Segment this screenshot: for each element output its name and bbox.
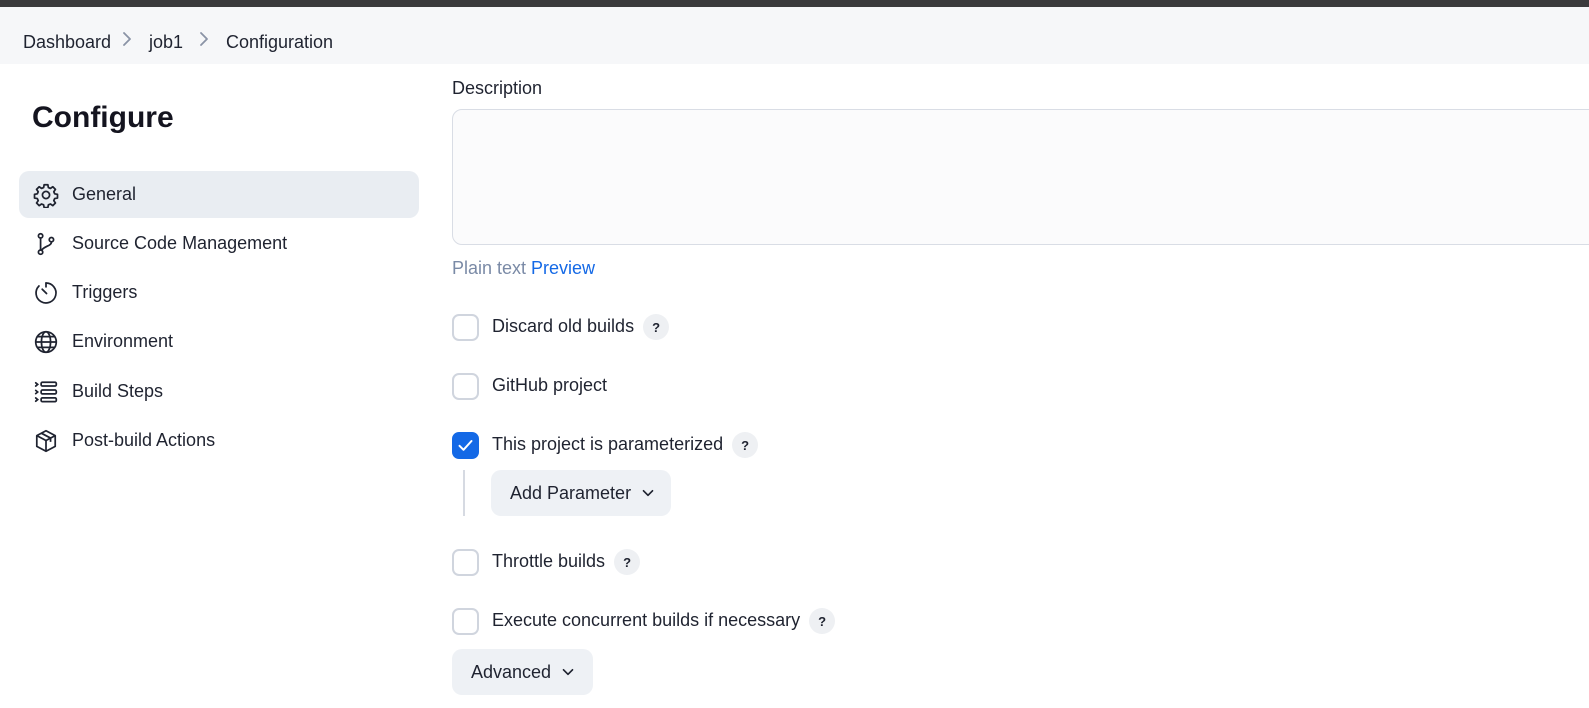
- github-project-option: GitHub project: [452, 372, 607, 400]
- chevron-right-icon: [200, 32, 208, 46]
- breadcrumb: Dashboard job1 Configuration: [0, 7, 1589, 64]
- chevron-right-icon: [123, 32, 131, 46]
- description-textarea[interactable]: [452, 109, 1589, 245]
- sidebar-item-label: Source Code Management: [72, 233, 288, 253]
- parameterized-label[interactable]: This project is parameterized: [492, 434, 723, 455]
- breadcrumb-job-link[interactable]: job1: [149, 33, 183, 51]
- github-project-checkbox[interactable]: [452, 372, 479, 400]
- add-parameter-label: Add Parameter: [510, 483, 632, 503]
- discard-old-builds-checkbox[interactable]: [452, 313, 479, 341]
- concurrent-builds-option: Execute concurrent builds if necessary ?: [452, 607, 836, 635]
- sidebar-item-post-build-actions[interactable]: Post-build Actions: [19, 417, 419, 464]
- sidebar-item-environment[interactable]: Environment: [19, 318, 419, 365]
- chevron-down-icon: [641, 486, 655, 500]
- plain-text-label: Plain text: [452, 258, 527, 278]
- list-steps-icon: [33, 379, 59, 405]
- help-icon[interactable]: ?: [732, 432, 759, 458]
- help-icon[interactable]: ?: [643, 314, 670, 340]
- sidebar-item-label: Triggers: [72, 282, 138, 302]
- sidebar-item-source-code-management[interactable]: Source Code Management: [19, 220, 419, 267]
- timer-icon: [33, 280, 59, 306]
- github-project-label[interactable]: GitHub project: [492, 375, 607, 396]
- advanced-label: Advanced: [471, 662, 552, 682]
- help-icon[interactable]: ?: [614, 549, 641, 575]
- sidebar-item-general[interactable]: General: [19, 171, 419, 218]
- sidebar-item-build-steps[interactable]: Build Steps: [19, 368, 419, 415]
- parameterized-checkbox[interactable]: [452, 431, 479, 459]
- preview-link[interactable]: Preview: [531, 258, 595, 279]
- description-label: Description: [452, 78, 543, 98]
- gear-icon: [33, 182, 59, 208]
- throttle-builds-label[interactable]: Throttle builds: [492, 551, 605, 572]
- throttle-builds-option: Throttle builds ?: [452, 548, 641, 576]
- sidebar-item-triggers[interactable]: Triggers: [19, 269, 419, 316]
- sidebar-item-label: General: [72, 184, 137, 204]
- add-parameter-button[interactable]: Add Parameter: [491, 470, 671, 516]
- advanced-button[interactable]: Advanced: [452, 649, 593, 695]
- help-icon[interactable]: ?: [809, 608, 836, 634]
- checkmark-icon: [458, 439, 473, 451]
- concurrent-builds-label[interactable]: Execute concurrent builds if necessary: [492, 610, 800, 631]
- globe-icon: [33, 329, 59, 355]
- sidebar-item-label: Build Steps: [72, 381, 164, 401]
- page-title: Configure: [32, 101, 174, 134]
- discard-old-builds-option: Discard old builds ?: [452, 313, 670, 341]
- parameterized-option: This project is parameterized ?: [452, 431, 759, 459]
- discard-old-builds-label[interactable]: Discard old builds: [492, 316, 634, 337]
- concurrent-builds-checkbox[interactable]: [452, 607, 479, 635]
- chevron-down-icon: [561, 665, 575, 679]
- breadcrumb-configuration-link[interactable]: Configuration: [226, 33, 333, 51]
- package-icon: [33, 428, 59, 454]
- sidebar-item-label: Environment: [72, 331, 174, 351]
- nested-section-indicator: [463, 470, 465, 516]
- breadcrumb-dashboard-link[interactable]: Dashboard: [23, 33, 111, 51]
- sidebar-item-label: Post-build Actions: [72, 430, 216, 450]
- git-branch-icon: [33, 231, 59, 257]
- top-bar: [0, 0, 1589, 7]
- throttle-builds-checkbox[interactable]: [452, 548, 479, 576]
